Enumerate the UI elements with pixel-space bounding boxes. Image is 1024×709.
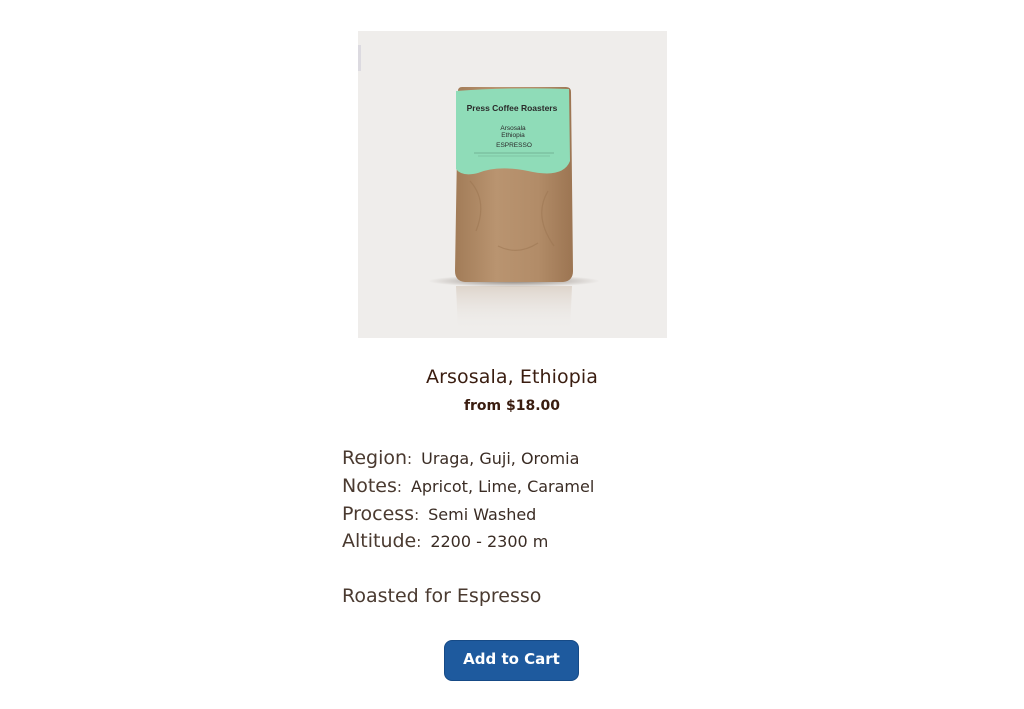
product-page: Press Coffee Roasters Arsosala Ethiopia … (0, 0, 1024, 709)
bag-reflection (456, 286, 572, 331)
roast-note: Roasted for Espresso (342, 585, 542, 607)
spec-label-process: Process (342, 503, 415, 525)
spec-label-region: Region (342, 447, 408, 469)
spec-notes: Notes: Apricot, Lime, Caramel (342, 475, 594, 497)
product-title: Arsosala, Ethiopia (425, 366, 599, 388)
spec-process: Process: Semi Washed (342, 503, 536, 525)
bag-roast-text: ESPRESSO (496, 142, 532, 149)
coffee-bag-illustration: Press Coffee Roasters Arsosala Ethiopia … (358, 45, 600, 331)
add-to-cart-button[interactable]: Add to Cart (444, 640, 579, 681)
spec-value-process: Semi Washed (428, 505, 537, 524)
product-price: from $18.00 (463, 398, 561, 414)
bag-brand-text: Press Coffee Roasters (467, 103, 558, 113)
spec-value-region: Uraga, Guji, Oromia (421, 449, 580, 468)
spec-altitude: Altitude: 2200 - 2300 m (342, 530, 548, 552)
spec-colon: : (416, 533, 422, 551)
bag-origin-line2: Ethiopia (501, 132, 525, 139)
image-edge-mark (358, 45, 361, 71)
spec-value-notes: Apricot, Lime, Caramel (410, 477, 595, 496)
spec-colon: : (407, 450, 413, 468)
spec-value-altitude: 2200 - 2300 m (430, 532, 549, 551)
product-image: Press Coffee Roasters Arsosala Ethiopia … (358, 31, 667, 338)
spec-colon: : (414, 506, 420, 524)
spec-label-notes: Notes (342, 475, 397, 497)
spec-region: Region: Uraga, Guji, Oromia (342, 447, 579, 469)
spec-label-altitude: Altitude (342, 530, 417, 552)
spec-colon: : (396, 478, 402, 496)
bag-origin-line1: Arsosala (500, 125, 526, 132)
